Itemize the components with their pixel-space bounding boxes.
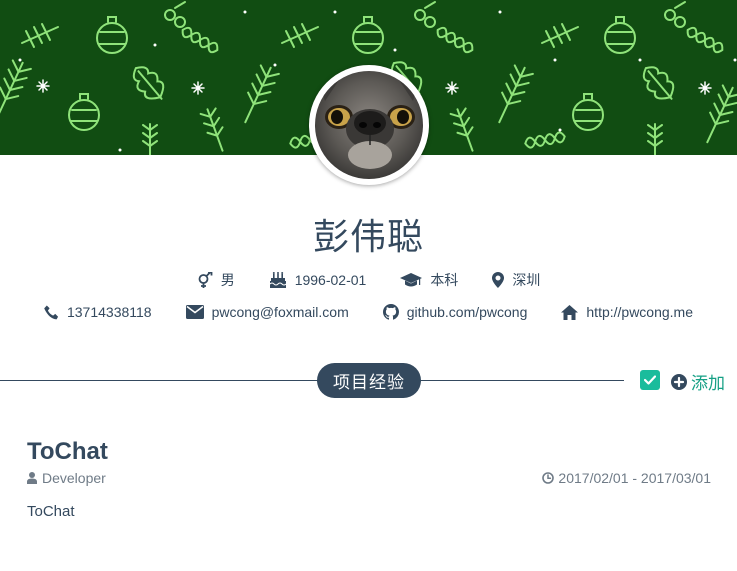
project-description: ToChat [27,503,75,520]
education-item: 本科 [400,270,458,290]
plus-circle-icon [671,373,687,390]
project-title: ToChat [27,438,108,465]
add-button-label: 添加 [691,374,725,393]
location-value: 深圳 [512,272,541,288]
birthday-cake-icon [269,272,287,288]
avatar-frame [309,65,429,185]
location-item: 深圳 [492,270,540,290]
phone-item: 13714338118 [44,304,152,320]
email-link[interactable]: pwcong@foxmail.com [212,304,349,320]
cat-photo [315,71,423,179]
phone-icon [44,304,59,319]
user-icon [27,472,37,484]
map-marker-icon [492,272,505,288]
basic-info: 男 1996-02-01 本科 深圳 [0,270,737,290]
project-date: 2017/02/01 - 2017/03/01 [542,470,711,486]
graduation-cap-icon [400,273,423,287]
website-link[interactable]: http://pwcong.me [586,304,693,320]
project-role-value: Developer [42,470,106,486]
section-title: 项目经验 [317,363,421,398]
envelope-icon [185,305,204,319]
email-item[interactable]: pwcong@foxmail.com [185,304,349,320]
section-divider-right [418,380,624,381]
education-value: 本科 [430,272,459,288]
check-icon [644,375,656,385]
github-link[interactable]: github.com/pwcong [407,304,528,320]
add-button[interactable]: 添加 [671,369,725,394]
gender-icon [198,272,213,288]
profile-name: 彭伟聪 [312,217,424,258]
project-role: Developer [27,470,106,486]
section-visibility-checkbox[interactable] [640,370,660,390]
avatar[interactable] [315,71,423,179]
github-icon [382,304,399,320]
home-icon [561,304,579,320]
website-item[interactable]: http://pwcong.me [561,304,693,320]
gender-item: 男 [197,270,235,290]
section-divider-left [0,380,320,381]
github-item[interactable]: github.com/pwcong [382,304,528,320]
birthday-value: 1996-02-01 [294,272,367,288]
birthday-item: 1996-02-01 [269,272,367,288]
phone-value: 13714338118 [66,304,152,320]
project-date-value: 2017/02/01 - 2017/03/01 [558,470,711,486]
contact-info: 13714338118 pwcong@foxmail.com github.co… [0,304,737,320]
gender-value: 男 [220,272,235,288]
clock-icon [542,472,555,484]
